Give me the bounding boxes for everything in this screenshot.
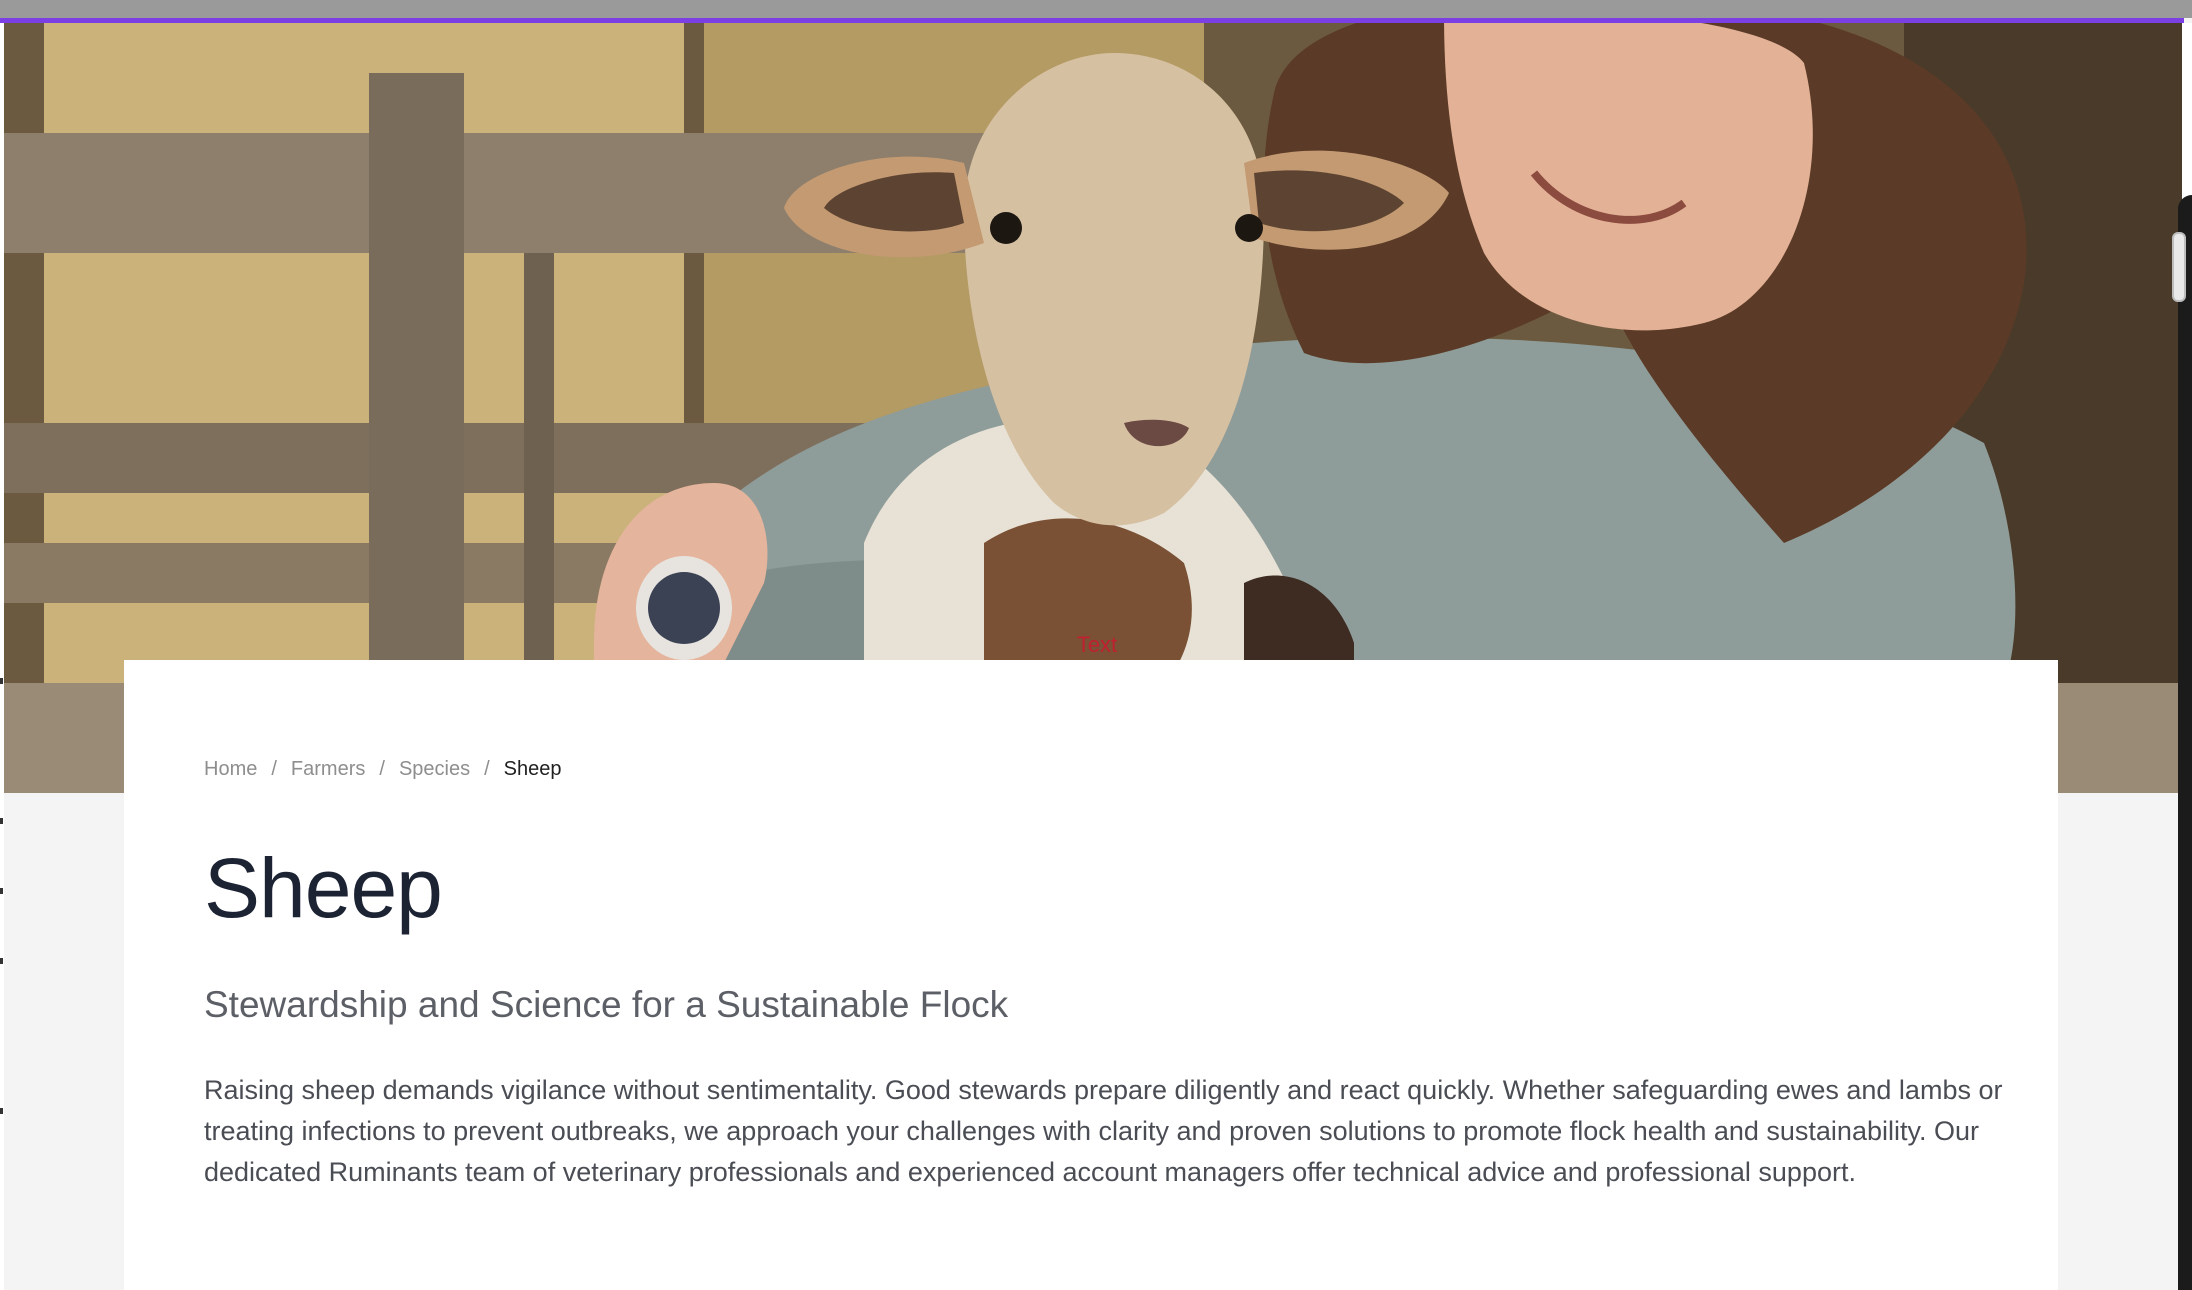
scrollbar-thumb[interactable] <box>2172 232 2186 302</box>
breadcrumb-farmers[interactable]: Farmers <box>291 758 365 781</box>
hero-caption-text: Text <box>1076 632 1118 657</box>
edge-marker <box>0 678 3 684</box>
content-card: Home / Farmers / Species / Sheep Sheep S… <box>124 660 2058 1290</box>
breadcrumb-separator: / <box>379 758 385 780</box>
breadcrumb-species[interactable]: Species <box>399 758 470 781</box>
breadcrumb: Home / Farmers / Species / Sheep <box>204 758 562 781</box>
edge-marker <box>0 1108 3 1114</box>
intro-paragraph: Raising sheep demands vigilance without … <box>204 1075 2003 1187</box>
edge-marker <box>0 888 3 894</box>
page-title: Sheep <box>204 841 443 935</box>
page-subtitle: Stewardship and Science for a Sustainabl… <box>204 984 1009 1025</box>
breadcrumb-separator: / <box>484 758 490 780</box>
device-frame-edge <box>2178 195 2192 1290</box>
breadcrumb-home[interactable]: Home <box>204 758 257 781</box>
edge-marker <box>0 818 3 824</box>
breadcrumb-current: Sheep <box>503 758 562 780</box>
browser-top-strip <box>0 0 2192 18</box>
edge-marker <box>0 958 3 964</box>
breadcrumb-separator: / <box>271 758 277 780</box>
